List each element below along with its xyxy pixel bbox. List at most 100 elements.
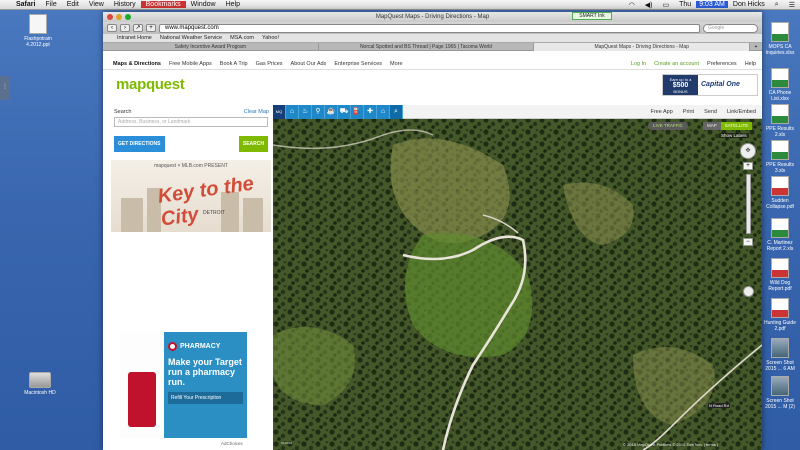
tab-active[interactable]: MapQuest Maps - Driving Directions - Map — [534, 42, 751, 51]
close-window-icon[interactable] — [107, 14, 113, 20]
zoom-window-icon[interactable] — [125, 14, 131, 20]
menu-edit[interactable]: Edit — [62, 1, 84, 8]
desktop-file[interactable]: CA Phone List.xlsx — [762, 68, 798, 102]
bookmark-item[interactable]: National Weather Service — [160, 35, 222, 41]
nav-enterprise[interactable]: Enterprise Services — [334, 61, 382, 67]
target-pharmacy-ad[interactable]: PHARMACY Make your Target run a pharmacy… — [120, 332, 247, 438]
menu-clock[interactable]: 9:03 AM — [696, 1, 728, 8]
desktop-file[interactable]: Hunting Guide 2.pdf — [762, 298, 798, 332]
menu-window[interactable]: Window — [186, 1, 221, 8]
show-labels-checkbox[interactable]: Show Labels — [719, 133, 749, 138]
mq-home-icon[interactable]: MQ — [273, 105, 286, 119]
capital-one-ad[interactable]: Earn up to a $500 BONUS Capital One — [662, 74, 758, 96]
url-field[interactable]: www.mapquest.com — [159, 23, 700, 33]
desktop-file[interactable]: Sudden Collapse.pdf — [762, 176, 798, 210]
desktop-file[interactable]: Flashpotrain 4.2012.ppt — [20, 14, 56, 48]
nav-more[interactable]: More — [390, 61, 403, 67]
clear-map-link[interactable]: Clear Map — [244, 109, 271, 115]
gas-icon[interactable]: ⛽ — [351, 105, 364, 119]
adchoices-link[interactable]: AdChoices — [221, 441, 243, 446]
coffee-icon[interactable]: ☕ — [325, 105, 338, 119]
bookmark-item[interactable]: Yahoo! — [262, 35, 279, 41]
pan-control-icon[interactable]: ✥ — [740, 143, 756, 159]
zoom-in-icon[interactable]: + — [743, 162, 753, 170]
free-app-link[interactable]: Free App — [650, 109, 672, 115]
bookmark-item[interactable]: Intranet Home — [117, 35, 152, 41]
menu-history[interactable]: History — [109, 1, 141, 8]
share-icon[interactable]: ↗ — [133, 24, 143, 32]
menu-user[interactable]: Don Hicks — [728, 1, 770, 8]
battery-icon[interactable]: ▭ — [658, 1, 675, 9]
food-icon[interactable]: ⚲ — [312, 105, 325, 119]
map-imagery[interactable] — [273, 105, 762, 450]
window-titlebar[interactable]: MapQuest Maps - Driving Directions - Map… — [103, 12, 762, 22]
volume-icon[interactable]: ◀) — [640, 1, 658, 9]
desktop-file[interactable]: Wild Dog Report.pdf — [762, 258, 798, 292]
hospital-icon[interactable]: ✚ — [364, 105, 377, 119]
new-tab-icon[interactable]: + — [750, 44, 762, 50]
bank-icon[interactable]: ⌂ — [377, 105, 390, 119]
hotel-icon[interactable]: ⌂ — [286, 105, 299, 119]
desktop-file[interactable]: Screen Shot 2015 ... 6 AM — [762, 338, 798, 372]
menu-file[interactable]: File — [40, 1, 61, 8]
dock-handle[interactable]: ⁞ — [0, 76, 10, 100]
restaurant-icon[interactable]: ♨ — [299, 105, 312, 119]
nav-gas[interactable]: Gas Prices — [256, 61, 283, 67]
key-to-the-city-promo[interactable]: mapquest × MLB.com PRESENT Key to the Ci… — [111, 160, 271, 232]
satellite-view-button[interactable]: SATELLITE — [720, 122, 753, 130]
shopping-cart-icon[interactable]: ⛟ — [338, 105, 351, 119]
nav-maps[interactable]: Maps & Directions — [113, 61, 161, 67]
search-field[interactable]: Google — [703, 23, 758, 33]
address-input[interactable]: Address, Business, or Landmark — [114, 117, 268, 127]
menu-view[interactable]: View — [84, 1, 109, 8]
zoom-out-icon[interactable]: − — [743, 238, 753, 246]
ad-bonus: BONUS — [673, 89, 688, 94]
mapquest-logo[interactable]: mapquest — [116, 76, 185, 93]
help-link[interactable]: Help — [745, 61, 756, 67]
zoom-slider[interactable] — [745, 174, 751, 234]
forward-icon[interactable]: › — [120, 24, 130, 32]
desktop-file-label: Sudden Collapse.pdf — [766, 198, 794, 210]
live-traffic-toggle[interactable]: LIVE TRAFFIC — [648, 122, 688, 130]
desktop-file[interactable]: PPE Results 2.xls — [762, 104, 798, 138]
desktop-file-label: PPE Results 3.xls — [765, 162, 795, 174]
tab-bar: Safety Incentive Award Program Norcal Sp… — [103, 42, 762, 51]
notification-icon[interactable]: ☰ — [784, 1, 800, 9]
get-directions-button[interactable]: GET DIRECTIONS — [114, 136, 165, 152]
refill-prescription-button[interactable]: Refill Your Prescription — [168, 392, 243, 404]
desktop-file[interactable]: MOPS CA Inquiries.xlsx — [762, 22, 798, 56]
target-logo-icon — [168, 342, 177, 351]
nav-ads[interactable]: About Our Ads — [291, 61, 327, 67]
desktop-file-label: Flashpotrain 4.2012.ppt — [24, 36, 52, 48]
create-account-link[interactable]: Create an account — [654, 61, 699, 67]
print-link[interactable]: Print — [683, 109, 694, 115]
add-icon[interactable]: + — [146, 24, 156, 32]
send-link[interactable]: Send — [704, 109, 717, 115]
desktop-file[interactable]: PPE Results 3.xls — [762, 140, 798, 174]
preferences-link[interactable]: Preferences — [707, 61, 737, 67]
menu-help[interactable]: Help — [221, 1, 245, 8]
tab[interactable]: Safety Incentive Award Program — [103, 42, 319, 51]
nav-trip[interactable]: Book A Trip — [220, 61, 248, 67]
desktop-file[interactable]: C. Martinez Report 2.xls — [762, 218, 798, 252]
login-link[interactable]: Log In — [631, 61, 646, 67]
smart-ink-badge[interactable]: SMART Ink — [572, 12, 612, 20]
compass-icon[interactable] — [743, 286, 754, 297]
link-embed-link[interactable]: Link/Embed — [727, 109, 756, 115]
pdf-icon — [771, 176, 789, 196]
minimize-window-icon[interactable] — [116, 14, 122, 20]
search-icon[interactable]: ⌕ — [390, 105, 403, 119]
desktop-hd[interactable]: Macintosh HD — [22, 372, 58, 396]
wifi-icon[interactable]: ◠ — [624, 1, 640, 9]
menu-app[interactable]: Safari — [11, 1, 40, 8]
bookmark-item[interactable]: MSA.com — [230, 35, 254, 41]
satellite-map[interactable]: MQ ⌂ ♨ ⚲ ☕ ⛟ ⛽ ✚ ⌂ ⌕ Free App Print Send… — [273, 105, 762, 450]
desktop-file[interactable]: Screen Shot 2015 ... M (2) — [762, 376, 798, 410]
map-view-button[interactable]: MAP — [703, 122, 721, 130]
tab[interactable]: Norcal Spotted and BS Thread | Page 1965… — [319, 42, 535, 51]
spotlight-icon[interactable]: ⌕ — [770, 1, 784, 9]
menu-bookmarks[interactable]: Bookmarks — [140, 1, 186, 8]
search-button[interactable]: SEARCH — [238, 136, 268, 152]
nav-apps[interactable]: Free Mobile Apps — [169, 61, 212, 67]
back-icon[interactable]: ‹ — [107, 24, 117, 32]
